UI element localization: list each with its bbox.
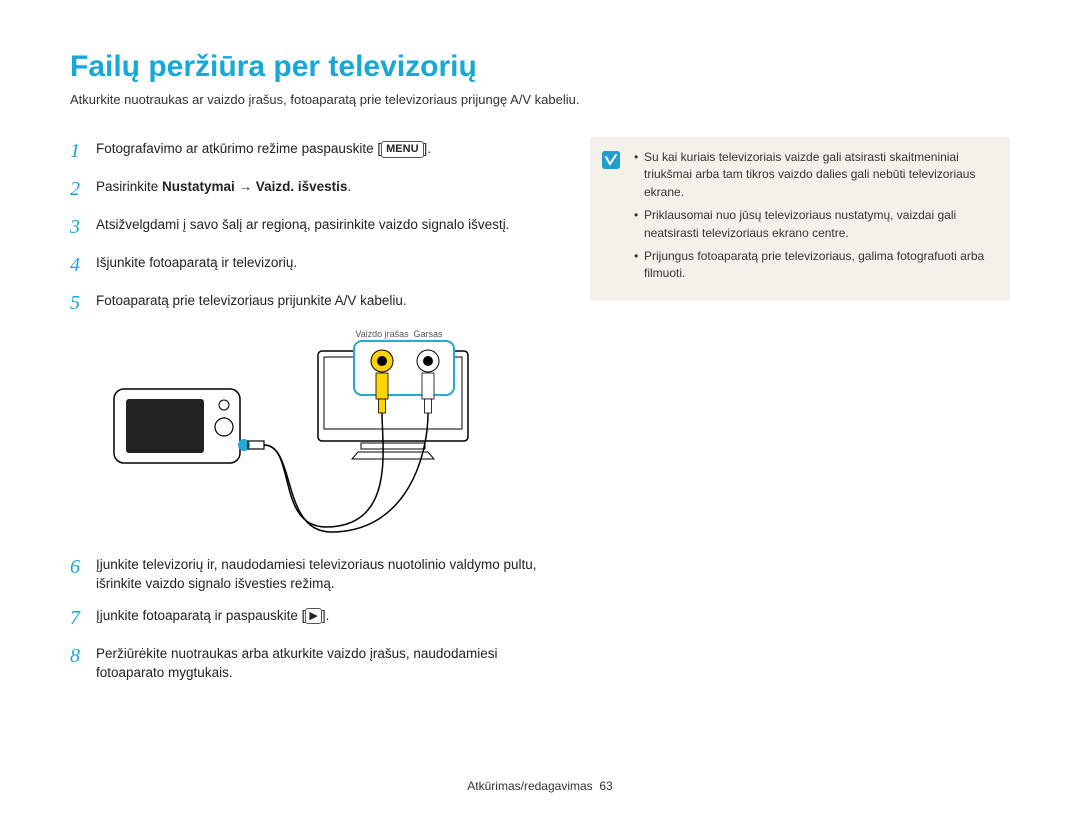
step-number: 2: [70, 175, 96, 203]
step-7-pre: Įjunkite fotoaparatą ir paspauskite [: [96, 608, 305, 623]
page-title: Failų peržiūra per televizorių: [70, 50, 1010, 84]
step-text: Įjunkite televizorių ir, naudodamiesi te…: [96, 553, 550, 594]
diagram-svg: Vaizdo įrašas Garsas: [96, 327, 496, 547]
note-box: Su kai kuriais televizoriais vaizde gali…: [590, 137, 1010, 301]
step-number: 1: [70, 137, 96, 165]
tv-av-panel: Vaizdo įrašas Garsas: [354, 329, 454, 413]
note-info-icon: [602, 151, 620, 169]
step-2: 2 Pasirinkite Nustatymai → Vaizd. išvest…: [70, 175, 550, 203]
footer-label: Atkūrimas/redagavimas: [467, 779, 592, 793]
note-list: Su kai kuriais televizoriais vaizde gali…: [634, 149, 994, 289]
step-number: 6: [70, 553, 96, 594]
diagram-audio-label: Garsas: [413, 329, 443, 339]
step-8: 8 Peržiūrėkite nuotraukas arba atkurkite…: [70, 642, 550, 683]
diagram-video-label: Vaizdo įrašas: [355, 329, 409, 339]
left-column: 1 Fotografavimo ar atkūrimo režime paspa…: [70, 137, 550, 693]
step-text: Fotografavimo ar atkūrimo režime paspaus…: [96, 137, 431, 165]
step-number: 4: [70, 251, 96, 279]
step-2-pre: Pasirinkite: [96, 179, 162, 194]
step-text: Išjunkite fotoaparatą ir televizorių.: [96, 251, 297, 279]
step-text: Atsižvelgdami į savo šalį ar regioną, pa…: [96, 213, 509, 241]
step-1-post: ].: [424, 141, 432, 156]
footer-page-number: 63: [599, 779, 612, 793]
play-icon: ▶: [305, 608, 321, 624]
av-cable-diagram: Vaizdo įrašas Garsas: [96, 327, 550, 547]
page: Failų peržiūra per televizorių Atkurkite…: [0, 0, 1080, 815]
step-text: Fotoaparatą prie televizoriaus prijunkit…: [96, 289, 407, 317]
step-text: Pasirinkite Nustatymai → Vaizd. išvestis…: [96, 175, 351, 203]
av-cable: [264, 413, 428, 532]
step-1: 1 Fotografavimo ar atkūrimo režime paspa…: [70, 137, 550, 165]
step-2-bold: Nustatymai → Vaizd. išvestis: [162, 179, 347, 194]
right-column: Su kai kuriais televizoriais vaizde gali…: [590, 137, 1010, 693]
page-intro: Atkurkite nuotraukas ar vaizdo įrašus, f…: [70, 92, 1010, 107]
note-item: Su kai kuriais televizoriais vaizde gali…: [634, 149, 994, 201]
menu-button-label: MENU: [381, 141, 423, 158]
page-footer: Atkūrimas/redagavimas 63: [0, 779, 1080, 793]
step-number: 8: [70, 642, 96, 683]
step-4: 4 Išjunkite fotoaparatą ir televizorių.: [70, 251, 550, 279]
step-5: 5 Fotoaparatą prie televizoriaus prijunk…: [70, 289, 550, 317]
step-6: 6 Įjunkite televizorių ir, naudodamiesi …: [70, 553, 550, 594]
step-3: 3 Atsižvelgdami į savo šalį ar regioną, …: [70, 213, 550, 241]
step-7: 7 Įjunkite fotoaparatą ir paspauskite [▶…: [70, 604, 550, 632]
step-number: 3: [70, 213, 96, 241]
content-columns: 1 Fotografavimo ar atkūrimo režime paspa…: [70, 137, 1010, 693]
step-text: Peržiūrėkite nuotraukas arba atkurkite v…: [96, 642, 550, 683]
note-item: Prijungus fotoaparatą prie televizoriaus…: [634, 248, 994, 283]
note-item: Priklausomai nuo jūsų televizoriaus nust…: [634, 207, 994, 242]
step-number: 7: [70, 604, 96, 632]
step-1-pre: Fotografavimo ar atkūrimo režime paspaus…: [96, 141, 381, 156]
step-2-post: .: [347, 179, 351, 194]
camera-icon: [114, 389, 264, 463]
step-number: 5: [70, 289, 96, 317]
step-text: Įjunkite fotoaparatą ir paspauskite [▶].: [96, 604, 329, 632]
step-7-post: ].: [322, 608, 330, 623]
